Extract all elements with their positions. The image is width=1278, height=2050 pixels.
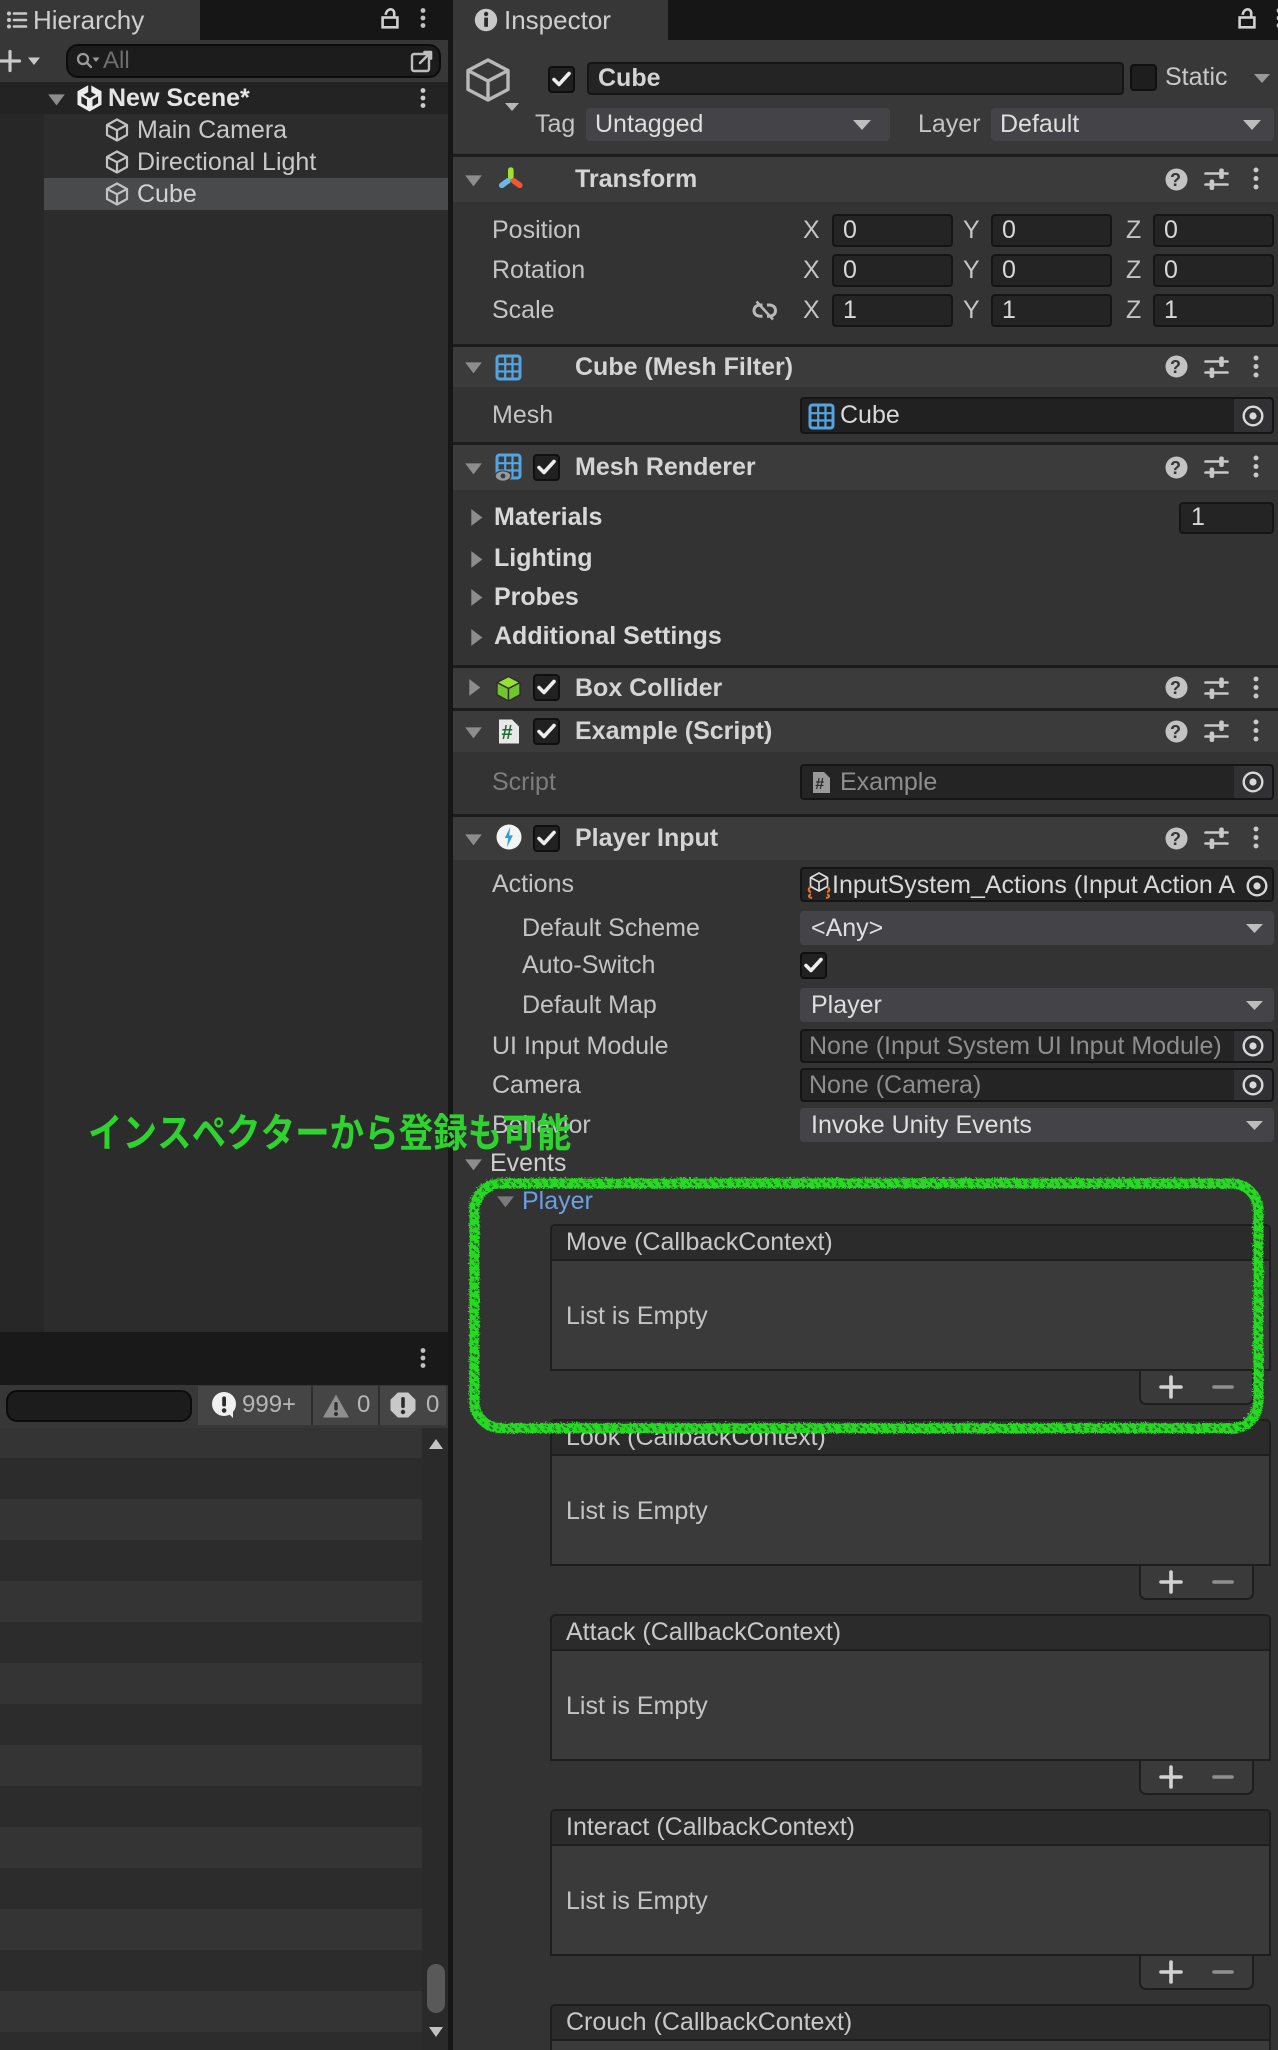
svg-text:?: ? [1170, 458, 1181, 478]
svg-text:?: ? [1170, 722, 1181, 742]
svg-text:?: ? [1170, 357, 1181, 377]
svg-text:?: ? [1170, 170, 1181, 190]
svg-text:#: # [815, 776, 824, 793]
svg-text:?: ? [1170, 829, 1181, 849]
svg-text:?: ? [1170, 678, 1181, 698]
